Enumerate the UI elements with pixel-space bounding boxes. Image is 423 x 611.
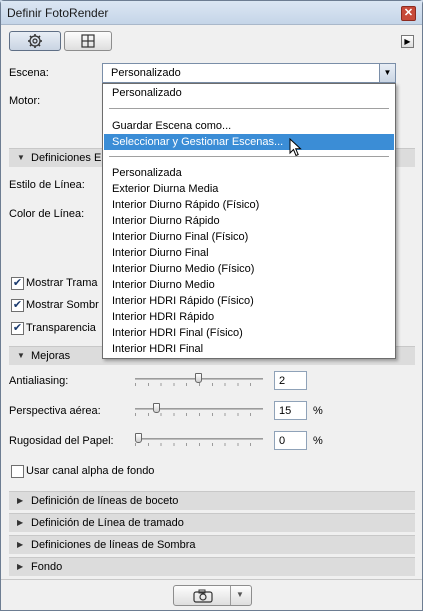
slider-thumb[interactable] <box>135 433 142 443</box>
dropdown-item-scene[interactable]: Interior HDRI Final <box>104 341 394 357</box>
perspectiva-input[interactable]: 15 <box>274 401 307 420</box>
color-linea-label: Color de Línea: <box>9 208 85 220</box>
fotorender-window: Definir FotoRender ✕ ▶ Escena: Personali… <box>0 0 423 611</box>
dropdown-separator <box>109 156 389 157</box>
transparencia-checkbox[interactable]: ✔ <box>11 322 24 335</box>
section-boceto[interactable]: ▶ Definición de líneas de boceto <box>9 491 415 510</box>
dropdown-item-scene[interactable]: Interior Diurno Final <box>104 245 394 261</box>
antialiasing-label: Antialiasing: <box>9 375 69 387</box>
dropdown-item-scene[interactable]: Interior Diurno Medio <box>104 277 394 293</box>
rugosidad-input[interactable]: 0 <box>274 431 307 450</box>
dropdown-item-scene[interactable]: Personalizada <box>104 165 394 181</box>
escena-dropdown-list: Personalizado Guardar Escena como... Sel… <box>102 83 396 359</box>
triangle-down-icon: ▼ <box>17 153 25 162</box>
dropdown-item-scene[interactable]: Interior HDRI Rápido <box>104 309 394 325</box>
gear-icon <box>28 34 42 48</box>
antialiasing-input[interactable]: 2 <box>274 371 307 390</box>
antialiasing-slider[interactable] <box>135 373 263 386</box>
dropdown-item-guardar[interactable]: Guardar Escena como... <box>104 118 394 134</box>
dropdown-item-scene[interactable]: Interior Diurno Rápido <box>104 213 394 229</box>
triangle-right-icon: ▶ <box>17 540 24 549</box>
section-title: Definiciones de líneas de Sombra <box>31 539 196 551</box>
rugosidad-label: Rugosidad del Papel: <box>9 435 114 447</box>
perspectiva-slider[interactable] <box>135 403 263 416</box>
mostrar-sombra-label: Mostrar Sombr <box>26 299 99 311</box>
alpha-label: Usar canal alpha de fondo <box>26 465 155 477</box>
triangle-down-icon: ▼ <box>17 351 25 360</box>
dropdown-item-scene[interactable]: Interior HDRI Rápido (Físico) <box>104 293 394 309</box>
triangle-right-icon: ▶ <box>17 562 24 571</box>
motor-label: Motor: <box>9 95 41 107</box>
section-title: Definición de Línea de tramado <box>31 517 184 529</box>
perspectiva-label: Perspectiva aérea: <box>9 405 101 417</box>
escena-select[interactable]: Personalizado ▼ <box>102 63 396 83</box>
mostrar-trama-checkbox[interactable]: ✔ <box>11 277 24 290</box>
dropdown-item-scene[interactable]: Interior Diurno Medio (Físico) <box>104 261 394 277</box>
escena-label: Escena: <box>9 67 49 79</box>
dropdown-item-scene[interactable]: Interior Diurno Final (Físico) <box>104 229 394 245</box>
chevron-down-icon[interactable]: ▼ <box>236 590 244 599</box>
toolbar: ▶ <box>1 26 422 56</box>
slider-thumb[interactable] <box>195 373 202 383</box>
close-button[interactable]: ✕ <box>401 6 416 21</box>
perspectiva-unit: % <box>313 405 323 417</box>
section-sombra[interactable]: ▶ Definiciones de líneas de Sombra <box>9 535 415 554</box>
section-title: Mejoras <box>31 350 71 362</box>
bottom-bar: ▼ <box>1 579 422 610</box>
transparencia-label: Transparencia <box>26 322 96 334</box>
dropdown-item-scene[interactable]: Interior HDRI Final (Físico) <box>104 325 394 341</box>
rugosidad-unit: % <box>313 435 323 447</box>
camera-icon <box>193 589 213 603</box>
mouse-cursor-icon <box>289 138 302 157</box>
alpha-checkbox[interactable] <box>11 465 24 478</box>
render-button[interactable]: ▼ <box>173 585 252 606</box>
dropdown-item-scene[interactable]: Exterior Diurna Media <box>104 181 394 197</box>
chevron-down-icon[interactable]: ▼ <box>379 64 395 82</box>
window-title: Definir FotoRender <box>7 6 109 20</box>
section-fondo[interactable]: ▶ Fondo <box>9 557 415 576</box>
section-title: Definición de líneas de boceto <box>31 495 179 507</box>
triangle-right-icon: ▶ <box>404 37 411 46</box>
triangle-right-icon: ▶ <box>17 518 24 527</box>
expand-panel-button[interactable]: ▶ <box>401 35 414 48</box>
section-title: Fondo <box>31 561 63 573</box>
section-tramado[interactable]: ▶ Definición de Línea de tramado <box>9 513 415 532</box>
slider-thumb[interactable] <box>153 403 160 413</box>
mostrar-sombra-checkbox[interactable]: ✔ <box>11 299 24 312</box>
mostrar-trama-label: Mostrar Trama <box>26 277 98 289</box>
dropdown-separator <box>109 108 389 109</box>
rugosidad-slider[interactable] <box>135 433 263 446</box>
dropdown-item-seleccionar[interactable]: Seleccionar y Gestionar Escenas... <box>104 134 394 150</box>
grid-icon <box>81 34 95 48</box>
grid-tab-button[interactable] <box>64 31 112 51</box>
settings-tab-button[interactable] <box>9 31 61 51</box>
title-bar[interactable]: Definir FotoRender ✕ <box>1 1 422 25</box>
dropdown-item-scene[interactable]: Interior Diurno Rápido (Físico) <box>104 197 394 213</box>
dropdown-item-personalizado[interactable]: Personalizado <box>104 85 394 101</box>
escena-select-value: Personalizado <box>111 67 181 79</box>
estilo-linea-label: Estilo de Línea: <box>9 179 85 191</box>
section-title: Definiciones E <box>31 152 102 164</box>
triangle-right-icon: ▶ <box>17 496 24 505</box>
